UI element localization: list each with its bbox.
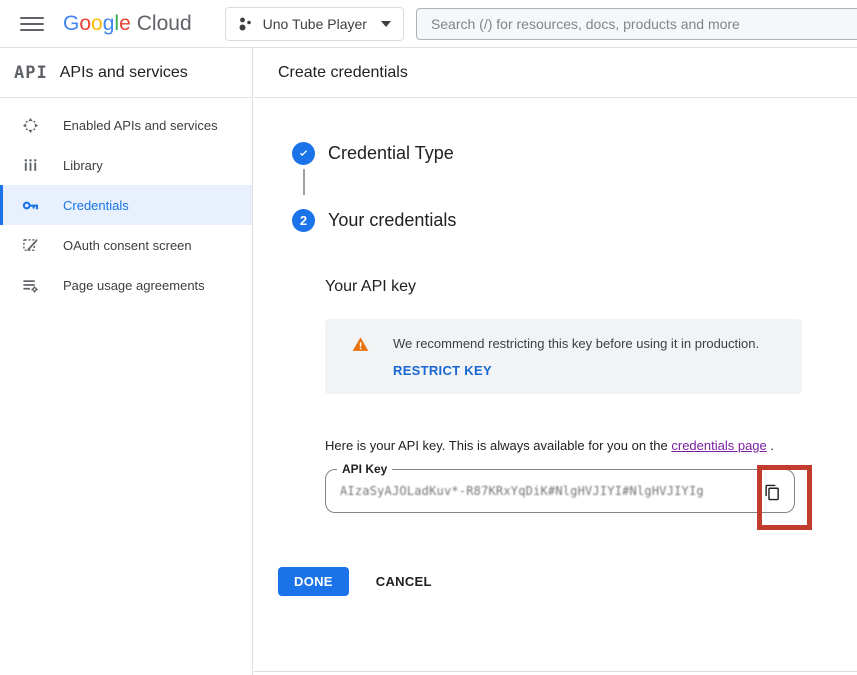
copy-button[interactable] [755,475,789,509]
logo-letter: G [63,12,79,36]
google-cloud-logo: G o o g l e Cloud [63,12,192,36]
sidebar-item-label: Library [63,158,103,173]
step-complete-check-icon [292,142,315,165]
sidebar-item-enabled-apis[interactable]: Enabled APIs and services [0,105,252,145]
api-key-field-wrapper: API Key AIzaSyAJOLadKuv*-R87KRxYqDiK#Nlg… [325,469,795,513]
page-title: Create credentials [278,64,408,82]
step-label: Your credentials [328,210,456,231]
logo-letter: o [79,12,91,36]
warning-text: We recommend restricting this key before… [393,336,759,351]
step-number-badge: 2 [292,209,315,232]
api-logo-icon: API [14,63,48,83]
action-buttons: DONE CANCEL [278,567,833,596]
sidebar-title: APIs and services [60,64,188,82]
sidebar-item-label: Enabled APIs and services [63,118,218,133]
step-your-credentials: 2 Your credentials [292,209,833,232]
project-icon [238,16,253,32]
description-text: Here is your API key. This is always ava… [325,438,671,453]
sidebar-item-credentials[interactable]: Credentials [0,185,252,225]
page-title-bar: Create credentials [254,48,857,98]
warning-banner: We recommend restricting this key before… [325,319,802,394]
agreements-icon [22,277,39,294]
project-selector[interactable]: Uno Tube Player [225,7,404,41]
sidebar-item-label: OAuth consent screen [63,238,192,253]
api-key-description: Here is your API key. This is always ava… [325,438,833,453]
content-bottom-divider [254,671,857,672]
restrict-key-link[interactable]: RESTRICT KEY [393,363,492,378]
sidebar-item-page-usage[interactable]: Page usage agreements [0,265,252,305]
sidebar: API APIs and services Enabled APIs and s… [0,48,253,675]
search-input[interactable] [416,8,857,40]
consent-icon [22,237,39,254]
logo-letter: g [103,12,115,36]
sidebar-item-oauth-consent[interactable]: OAuth consent screen [0,225,252,265]
logo-letter: o [91,12,103,36]
api-key-value[interactable]: AIzaSyAJOLadKuv*-R87KRxYqDiK#NlgHVJIYI#N… [340,484,704,498]
sidebar-item-library[interactable]: Library [0,145,252,185]
section-heading: Your API key [325,278,833,296]
api-key-field-label: API Key [337,462,392,476]
main-panel: Create credentials Credential Type 2 You… [254,48,857,675]
hamburger-menu-icon[interactable] [20,12,44,36]
copy-icon [764,484,781,501]
warning-icon [352,336,369,353]
library-icon [22,157,39,174]
cancel-button[interactable]: CANCEL [376,574,432,589]
key-icon [22,197,39,214]
logo-letter: e [119,12,131,36]
credentials-page-link[interactable]: credentials page [671,438,766,453]
stepper-connector-line [303,169,305,195]
step-credential-type[interactable]: Credential Type [292,142,833,165]
sidebar-header: API APIs and services [0,48,252,98]
sidebar-item-label: Credentials [63,198,129,213]
api-key-field[interactable]: API Key AIzaSyAJOLadKuv*-R87KRxYqDiK#Nlg… [325,469,795,513]
done-button[interactable]: DONE [278,567,349,596]
description-suffix: . [767,438,774,453]
chevron-down-icon [381,21,391,27]
step-label: Credential Type [328,143,454,164]
project-name: Uno Tube Player [263,16,367,32]
apis-icon [22,117,39,134]
logo-cloud-text: Cloud [137,12,192,36]
sidebar-item-label: Page usage agreements [63,278,205,293]
top-bar: G o o g l e Cloud Uno Tube Player [0,0,857,48]
